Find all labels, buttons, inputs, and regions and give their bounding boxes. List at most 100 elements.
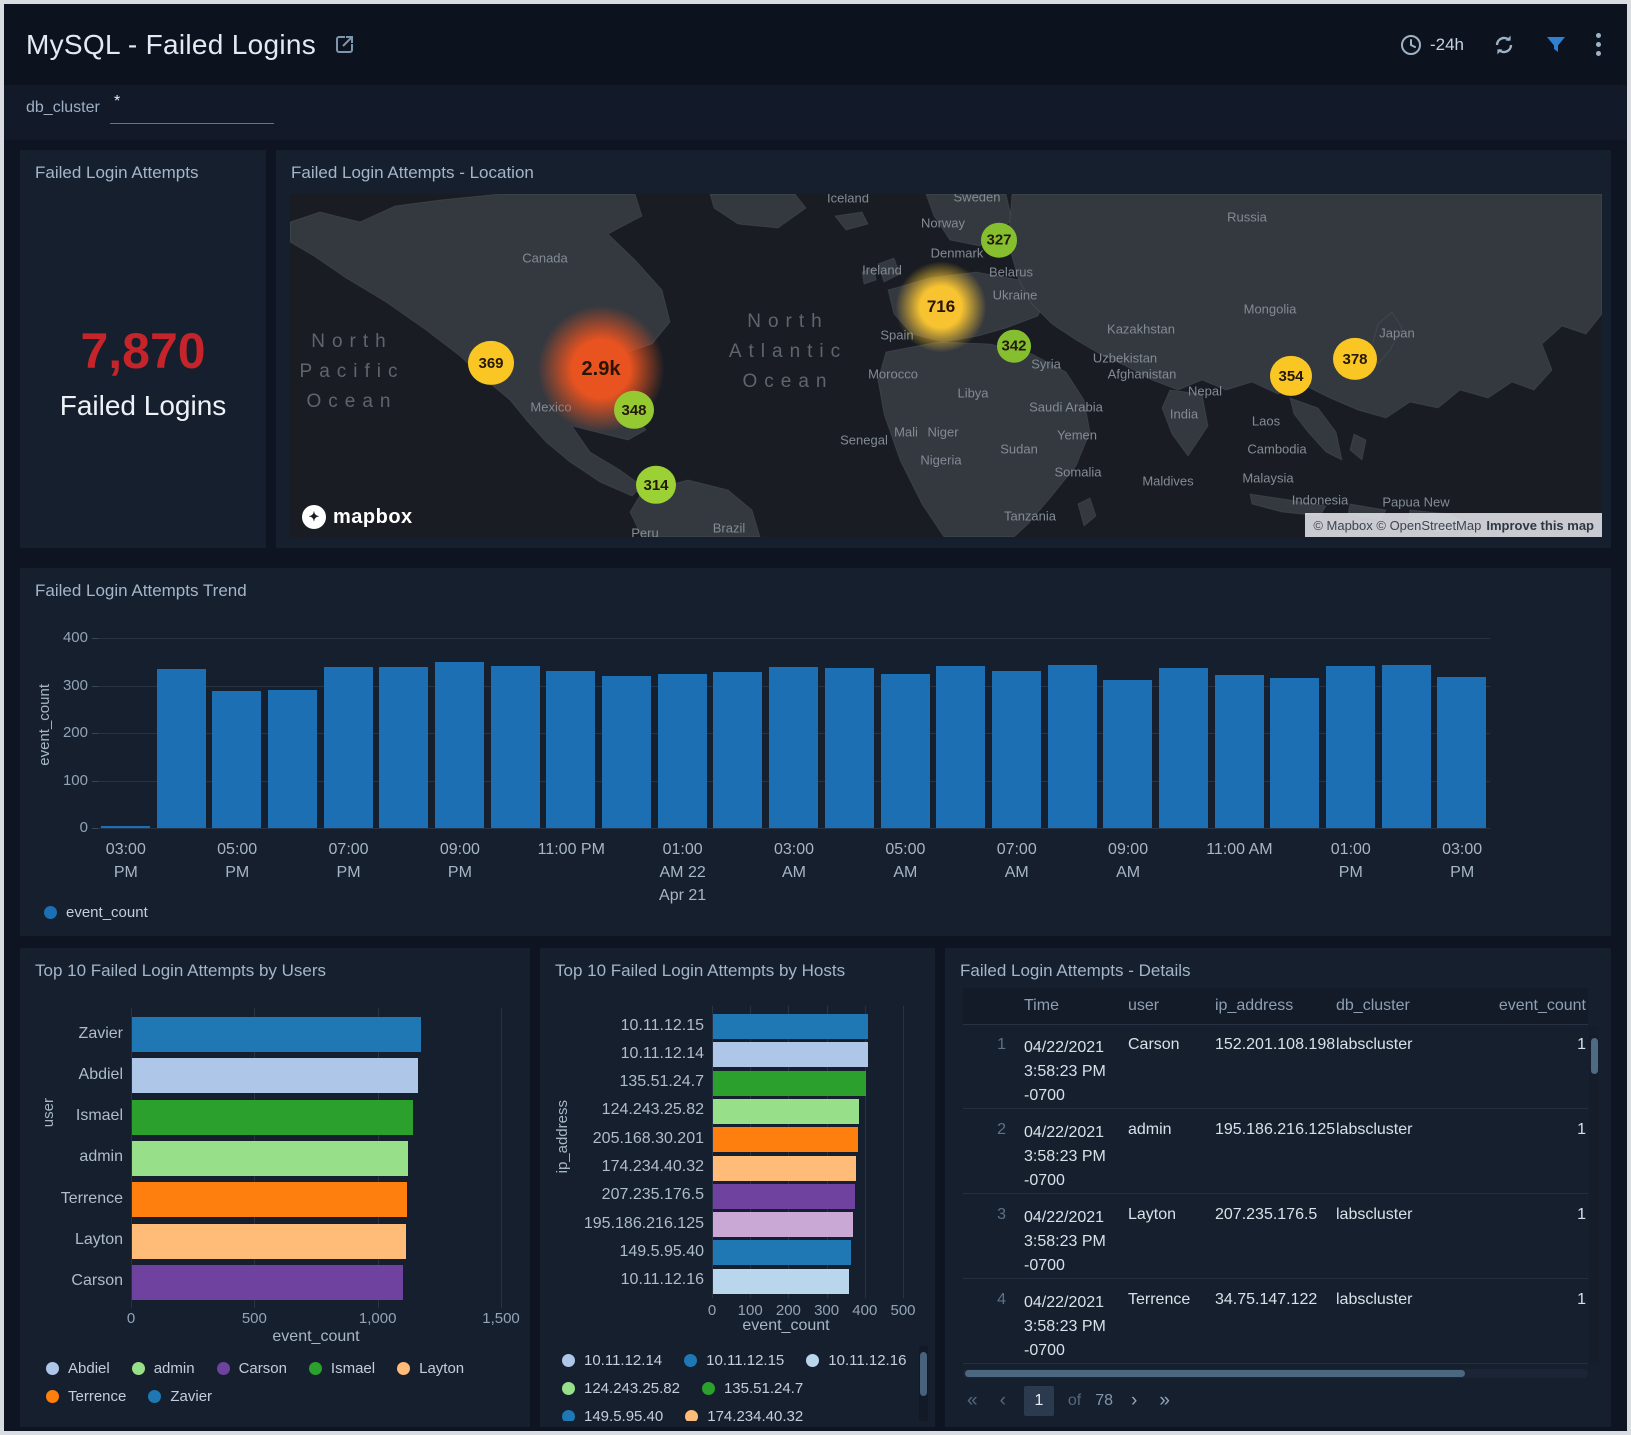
- trend-bar[interactable]: [268, 690, 317, 828]
- hosts-bar[interactable]: [713, 1156, 856, 1181]
- hosts-bar[interactable]: [713, 1184, 855, 1209]
- pagination-prev-button[interactable]: ‹: [996, 1390, 1010, 1412]
- hosts-bar[interactable]: [713, 1212, 853, 1237]
- hosts-bar[interactable]: [713, 1099, 859, 1124]
- trend-bar[interactable]: [157, 669, 206, 828]
- trend-bar[interactable]: [992, 671, 1041, 828]
- map-cluster-bubble[interactable]: 327: [981, 223, 1017, 258]
- x-tick-label: 100: [738, 1302, 763, 1319]
- pagination-current-page[interactable]: 1: [1024, 1386, 1054, 1416]
- time-line: 3:58:23 PM: [1024, 1230, 1128, 1254]
- x-tick-label: 1,500: [482, 1310, 520, 1327]
- hosts-bar[interactable]: [713, 1042, 868, 1067]
- trend-bar[interactable]: [212, 691, 261, 828]
- cell-user: Terrence: [1128, 1279, 1215, 1363]
- cell-user: Abdiel: [1128, 1364, 1215, 1365]
- map-cluster-bubble[interactable]: 348: [614, 391, 654, 429]
- hosts-bar[interactable]: [713, 1269, 849, 1294]
- trend-bar[interactable]: [1382, 665, 1431, 828]
- trend-bar[interactable]: [769, 667, 818, 828]
- map-cluster-bubble[interactable]: 342: [997, 330, 1031, 363]
- map-cluster-bubble[interactable]: 378: [1333, 338, 1377, 380]
- refresh-button[interactable]: [1492, 33, 1516, 57]
- trend-bar[interactable]: [825, 668, 874, 828]
- panel-title: Failed Login Attempts - Details: [960, 961, 1191, 981]
- trend-bar[interactable]: [658, 674, 707, 828]
- trend-bar[interactable]: [546, 671, 595, 828]
- x-tick-label: 07:00AM: [972, 838, 1062, 884]
- country-label: Denmark: [931, 246, 984, 261]
- cell-user: Layton: [1128, 1194, 1215, 1278]
- table-vertical-scrollbar-thumb[interactable]: [1591, 1038, 1598, 1074]
- filter-icon[interactable]: [1544, 33, 1568, 57]
- x-tick-line: 09:00: [415, 838, 505, 861]
- db-cluster-filter-input[interactable]: *: [110, 93, 274, 124]
- trend-bar[interactable]: [713, 672, 762, 828]
- filter-label: db_cluster: [26, 99, 100, 117]
- category-label: 195.186.216.125: [548, 1215, 704, 1233]
- users-bar[interactable]: [132, 1058, 418, 1093]
- trend-legend-item[interactable]: event_count: [44, 904, 148, 921]
- map-canvas[interactable]: North Pacific OceanNorth Atlantic OceanC…: [290, 194, 1602, 537]
- failed-logins-label: Failed Logins: [20, 390, 266, 422]
- table-horizontal-scrollbar-thumb[interactable]: [965, 1370, 1465, 1377]
- map-cluster-bubble[interactable]: 369: [468, 341, 514, 385]
- trend-bar[interactable]: [1048, 665, 1097, 828]
- trend-bar[interactable]: [491, 666, 540, 828]
- pagination-last-button[interactable]: »: [1155, 1390, 1174, 1412]
- trend-bar[interactable]: [602, 676, 651, 828]
- table-row[interactable]: 104/22/20213:58:23 PM-0700Carson152.201.…: [963, 1024, 1588, 1109]
- x-tick-label: 500: [242, 1310, 267, 1327]
- trend-bar[interactable]: [1215, 675, 1264, 828]
- trend-bar[interactable]: [324, 667, 373, 828]
- gridline: [98, 638, 1490, 640]
- hosts-bar[interactable]: [713, 1127, 858, 1152]
- table-row[interactable]: 504/22/20213:58:23 PM-0700Abdiel107.198.…: [963, 1364, 1588, 1365]
- trend-bar[interactable]: [1437, 677, 1486, 828]
- map-cluster-bubble[interactable]: 314: [636, 466, 676, 504]
- trend-bar[interactable]: [1159, 668, 1208, 828]
- x-tick-label: 05:00PM: [192, 838, 282, 884]
- users-bar[interactable]: [132, 1182, 407, 1217]
- x-tick-label: 01:00AM 22Apr 21: [638, 838, 728, 907]
- share-icon[interactable]: [332, 33, 356, 57]
- hosts-bar[interactable]: [713, 1014, 868, 1039]
- panel-title: Failed Login Attempts: [35, 163, 198, 183]
- users-bar[interactable]: [132, 1265, 403, 1300]
- users-bar[interactable]: [132, 1100, 413, 1135]
- cell-event-count: 1: [1484, 1109, 1588, 1193]
- table-row[interactable]: 404/22/20213:58:23 PM-0700Terrence34.75.…: [963, 1279, 1588, 1364]
- time-range-button[interactable]: -24h: [1400, 34, 1464, 56]
- trend-bar[interactable]: [1103, 680, 1152, 828]
- trend-bar[interactable]: [379, 667, 428, 828]
- pagination-first-button[interactable]: «: [963, 1390, 982, 1412]
- time-line: 3:58:23 PM: [1024, 1060, 1128, 1084]
- failed-login-count-panel: Failed Login Attempts 7,870 Failed Login…: [20, 150, 266, 548]
- y-tick-label: 200: [44, 724, 88, 741]
- table-row[interactable]: 204/22/20213:58:23 PM-0700admin195.186.2…: [963, 1109, 1588, 1194]
- map-cluster-bubble[interactable]: 716: [895, 261, 987, 353]
- mapbox-logo[interactable]: ✦ mapbox: [302, 505, 413, 529]
- trend-bar[interactable]: [1326, 666, 1375, 828]
- users-bar[interactable]: [132, 1224, 406, 1259]
- panel-title: Failed Login Attempts - Location: [291, 163, 534, 183]
- x-tick-label: 09:00PM: [415, 838, 505, 884]
- hosts-bar[interactable]: [713, 1071, 866, 1096]
- map-cluster-bubble[interactable]: 354: [1270, 356, 1312, 396]
- hosts-bar[interactable]: [713, 1240, 851, 1265]
- x-tick-line: PM: [1417, 861, 1507, 884]
- gridline: [903, 1006, 904, 1298]
- table-row[interactable]: 304/22/20213:58:23 PM-0700Layton207.235.…: [963, 1194, 1588, 1279]
- users-bar[interactable]: [132, 1017, 421, 1052]
- trend-bar[interactable]: [881, 674, 930, 828]
- country-label: Malaysia: [1242, 471, 1293, 486]
- pagination-next-button[interactable]: ›: [1127, 1390, 1141, 1412]
- kebab-menu-icon[interactable]: [1596, 33, 1601, 56]
- improve-map-link[interactable]: Improve this map: [1486, 518, 1594, 533]
- trend-bar[interactable]: [101, 826, 150, 828]
- users-bar[interactable]: [132, 1141, 408, 1176]
- trend-bar[interactable]: [936, 666, 985, 828]
- trend-bar[interactable]: [435, 662, 484, 828]
- trend-bar[interactable]: [1270, 678, 1319, 828]
- x-tick-line: PM: [304, 861, 394, 884]
